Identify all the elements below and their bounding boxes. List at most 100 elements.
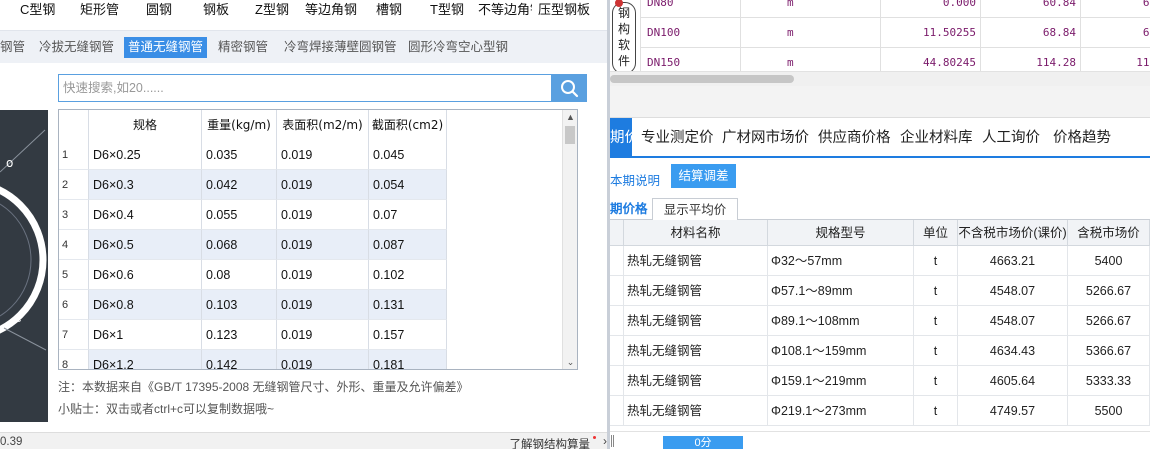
cell-spec[interactable]: D6×0.5 bbox=[89, 230, 202, 260]
price-row[interactable]: 热轧无缝钢管 Φ57.1～89mm t 4548.07 5266.67 bbox=[610, 276, 1150, 306]
scroll-thumb[interactable] bbox=[565, 126, 575, 144]
subtab-show-average[interactable]: 显示平均价 bbox=[652, 198, 738, 221]
price-cell-excl[interactable]: 4548.07 bbox=[958, 276, 1068, 306]
category-equal-angle[interactable]: 等边角钢 bbox=[305, 0, 357, 22]
category-c-steel[interactable]: C型钢 bbox=[20, 0, 55, 22]
price-cell-excl[interactable]: 4663.21 bbox=[958, 246, 1068, 276]
cell-n[interactable]: 3 bbox=[59, 200, 89, 230]
dn-cell-v2[interactable]: 68.84 bbox=[980, 18, 1080, 48]
price-cell-incl[interactable]: 5266.67 bbox=[1068, 276, 1150, 306]
price-header-incl-tax[interactable]: 含税市场价 bbox=[1068, 220, 1150, 246]
table-row[interactable]: 7 D6×1 0.123 0.019 0.157 bbox=[59, 320, 564, 350]
price-cell-excl[interactable]: 4548.07 bbox=[958, 306, 1068, 336]
price-header-unit[interactable]: 单位 bbox=[914, 220, 958, 246]
tab-professional-price[interactable]: 专业测定价 bbox=[641, 118, 714, 158]
cell-n[interactable]: 5 bbox=[59, 260, 89, 290]
price-cell-unit[interactable]: t bbox=[914, 336, 958, 366]
price-cell-unit[interactable]: t bbox=[914, 366, 958, 396]
dn-cell-v1[interactable]: 11.50255 bbox=[880, 18, 980, 48]
cell-section[interactable]: 0.131 bbox=[369, 290, 447, 320]
price-cell-name[interactable]: 热轧无缝钢管 bbox=[624, 276, 768, 306]
category-t-steel[interactable]: T型钢 bbox=[430, 0, 464, 22]
price-cell-marker[interactable] bbox=[610, 276, 624, 306]
cell-n[interactable]: 8 bbox=[59, 350, 89, 369]
tab-manual-inquiry[interactable]: 人工询价 bbox=[982, 118, 1040, 158]
cell-section[interactable]: 0.157 bbox=[369, 320, 447, 350]
hscroll-thumb[interactable] bbox=[610, 75, 794, 83]
cell-area[interactable]: 0.019 bbox=[277, 140, 369, 170]
header-weight[interactable]: 重量(kg/m) bbox=[202, 110, 277, 140]
price-row[interactable]: 热轧无缝钢管 Φ32～57mm t 4663.21 5400 bbox=[610, 246, 1150, 276]
price-row[interactable]: 热轧无缝钢管 Φ219.1～273mm t 4749.57 5500 bbox=[610, 396, 1150, 426]
tab-supplier-price[interactable]: 供应商价格 bbox=[818, 118, 891, 158]
score-button[interactable]: 0分 bbox=[663, 436, 743, 449]
cell-section[interactable]: 0.087 bbox=[369, 230, 447, 260]
cell-weight[interactable]: 0.068 bbox=[202, 230, 277, 260]
price-cell-spec[interactable]: Φ159.1～219mm bbox=[768, 366, 914, 396]
cell-weight[interactable]: 0.103 bbox=[202, 290, 277, 320]
category-round-bar[interactable]: 圆钢 bbox=[146, 0, 172, 22]
price-cell-marker[interactable] bbox=[610, 336, 624, 366]
subcat-steel-pipe[interactable]: 钢管 bbox=[0, 37, 25, 58]
dn-cell-v3[interactable]: 68.84 bbox=[1080, 18, 1150, 48]
price-cell-incl[interactable]: 5333.33 bbox=[1068, 366, 1150, 396]
scroll-down-icon[interactable]: ⌄ bbox=[563, 355, 577, 369]
cell-area[interactable]: 0.019 bbox=[277, 260, 369, 290]
dn-cell-dn[interactable]: DN100 bbox=[640, 18, 740, 48]
steel-software-badge[interactable]: 钢构软件 bbox=[612, 0, 636, 74]
dn-cell-v2[interactable]: 60.84 bbox=[980, 0, 1080, 18]
cell-section[interactable]: 0.045 bbox=[369, 140, 447, 170]
dn-cell-v1[interactable]: 0.000 bbox=[880, 0, 980, 18]
subcat-cold-drawn-seamless[interactable]: 冷拔无缝钢管 bbox=[39, 37, 114, 58]
search-button[interactable] bbox=[551, 74, 587, 102]
cell-weight[interactable]: 0.08 bbox=[202, 260, 277, 290]
cell-weight[interactable]: 0.055 bbox=[202, 200, 277, 230]
price-cell-marker[interactable] bbox=[610, 396, 624, 426]
tab-period-price[interactable]: 期价 bbox=[610, 118, 639, 158]
price-cell-unit[interactable]: t bbox=[914, 306, 958, 336]
price-cell-marker[interactable] bbox=[610, 306, 624, 336]
cell-area[interactable]: 0.019 bbox=[277, 230, 369, 260]
table-row[interactable]: 8 D6×1.2 0.142 0.019 0.181 bbox=[59, 350, 564, 369]
table-row[interactable]: 5 D6×0.6 0.08 0.019 0.102 bbox=[59, 260, 564, 290]
dn-cell-unit[interactable]: m bbox=[740, 0, 880, 18]
cell-n[interactable]: 2 bbox=[59, 170, 89, 200]
price-cell-excl[interactable]: 4634.43 bbox=[958, 336, 1068, 366]
price-cell-incl[interactable]: 5400 bbox=[1068, 246, 1150, 276]
subcat-round-hollow-section[interactable]: 圆形冷弯空心型钢 bbox=[408, 37, 508, 58]
price-cell-spec[interactable]: Φ108.1～159mm bbox=[768, 336, 914, 366]
cell-spec[interactable]: D6×1.2 bbox=[89, 350, 202, 369]
category-profiled-sheet[interactable]: 压型钢板 bbox=[538, 0, 590, 22]
price-cell-incl[interactable]: 5500 bbox=[1068, 396, 1150, 426]
learn-steel-link[interactable]: 了解钢结构算量 bbox=[510, 436, 591, 449]
price-header-spec[interactable]: 规格型号 bbox=[768, 220, 914, 246]
price-row[interactable]: 热轧无缝钢管 Φ159.1～219mm t 4605.64 5333.33 bbox=[610, 366, 1150, 396]
price-cell-name[interactable]: 热轧无缝钢管 bbox=[624, 366, 768, 396]
cell-weight[interactable]: 0.035 bbox=[202, 140, 277, 170]
tab-market-price[interactable]: 广材网市场价 bbox=[722, 118, 809, 158]
header-section-area[interactable]: 截面积(cm2) bbox=[369, 110, 447, 140]
header-surface-area[interactable]: 表面积(m2/m) bbox=[277, 110, 369, 140]
cell-weight[interactable]: 0.142 bbox=[202, 350, 277, 369]
cell-n[interactable]: 1 bbox=[59, 140, 89, 170]
period-note-link[interactable]: 本期说明 bbox=[610, 170, 660, 189]
header-spec[interactable]: 规格 bbox=[89, 110, 202, 140]
table-row[interactable]: 4 D6×0.5 0.068 0.019 0.087 bbox=[59, 230, 564, 260]
cell-area[interactable]: 0.019 bbox=[277, 170, 369, 200]
dn-cell-dn[interactable]: DN80 bbox=[640, 0, 740, 18]
price-row[interactable]: 热轧无缝钢管 Φ108.1～159mm t 4634.43 5366.67 bbox=[610, 336, 1150, 366]
cell-weight[interactable]: 0.123 bbox=[202, 320, 277, 350]
price-cell-name[interactable]: 热轧无缝钢管 bbox=[624, 396, 768, 426]
cell-area[interactable]: 0.019 bbox=[277, 320, 369, 350]
price-cell-spec[interactable]: Φ89.1～108mm bbox=[768, 306, 914, 336]
cell-spec[interactable]: D6×0.3 bbox=[89, 170, 202, 200]
subcat-cold-bent-welded[interactable]: 冷弯焊接薄壁圆钢管 bbox=[284, 37, 397, 58]
price-cell-unit[interactable]: t bbox=[914, 246, 958, 276]
subcat-precision-pipe[interactable]: 精密钢管 bbox=[218, 37, 268, 58]
price-cell-name[interactable]: 热轧无缝钢管 bbox=[624, 336, 768, 366]
dn-row[interactable]: DN80m0.00060.8460.84 bbox=[640, 0, 1150, 18]
table-row[interactable]: 2 D6×0.3 0.042 0.019 0.054 bbox=[59, 170, 564, 200]
price-cell-spec[interactable]: Φ32～57mm bbox=[768, 246, 914, 276]
price-cell-incl[interactable]: 5366.67 bbox=[1068, 336, 1150, 366]
cell-section[interactable]: 0.181 bbox=[369, 350, 447, 369]
